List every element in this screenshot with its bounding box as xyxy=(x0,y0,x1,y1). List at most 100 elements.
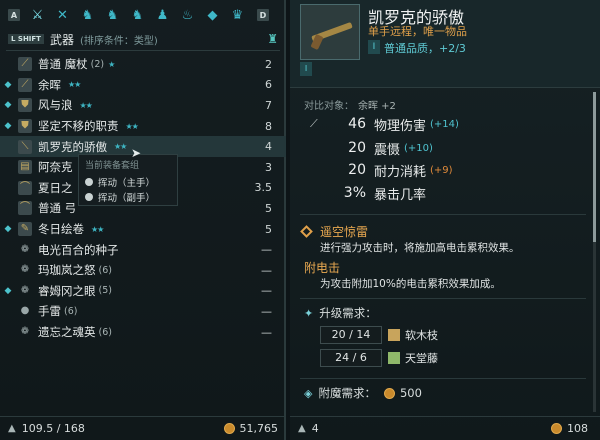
item-subtitle: 单手远程，唯一物品 xyxy=(368,25,467,38)
enchant-requirements: ◈ 附魔需求： 500 xyxy=(304,385,422,401)
item-value: 5 xyxy=(265,201,272,215)
coin-icon xyxy=(383,387,395,399)
list-item[interactable]: ◆ ⛊ 风与浪 ★★ 7 xyxy=(0,95,286,116)
equip-off-hand-option[interactable]: 挥动（副手） xyxy=(85,189,171,204)
equipped-marker-icon xyxy=(3,327,13,337)
item-value: — xyxy=(261,243,272,257)
weight-icon: ▲ xyxy=(8,423,16,434)
sword-icon: ⟋ xyxy=(310,117,318,130)
list-item[interactable]: ◆ ❁ 睿姆冈之眼 (5) — xyxy=(0,281,286,302)
material-name: 天堂藤 xyxy=(405,352,438,365)
category-header: L SHIFT 武器 (排序条件：类型) ♜ xyxy=(0,30,286,48)
prev-tab-key[interactable]: A xyxy=(8,9,20,21)
list-item[interactable]: ◆ ✎ 冬日绘卷 ★★ 5 xyxy=(0,219,286,240)
stat-name: 暴击几率 xyxy=(374,187,427,203)
shield-icon: ⛊ xyxy=(18,98,32,113)
seed-icon: ❁ xyxy=(20,243,30,255)
grenade-icon: ● xyxy=(20,305,30,317)
list-item[interactable]: ● 手雷 (6) — xyxy=(0,301,286,322)
equip-main-hand-option[interactable]: 挥动（主手） xyxy=(85,174,171,189)
seed-icon: ❁ xyxy=(20,284,30,296)
item-name: 凯罗克的骄傲 xyxy=(38,139,107,154)
stat-row: 20 耐力消耗 (+9) xyxy=(310,160,570,180)
stat-row: 3% 暴击几率 xyxy=(310,183,570,203)
rarity-badge: I xyxy=(368,40,380,54)
pistol-icon: ⟍ xyxy=(18,139,32,154)
equipped-marker-icon: ◆ xyxy=(4,285,12,296)
item-name: 余晖 xyxy=(38,77,61,92)
boots-icon[interactable]: ♟ xyxy=(155,8,170,23)
mouse-cursor-icon: ➤ xyxy=(131,146,142,160)
sword-icon: ⟋ xyxy=(18,77,32,92)
ability-description: 进行强力攻击时，将施加高电击累积效果。 xyxy=(320,242,520,254)
stat-value: 20 xyxy=(348,162,366,178)
divider xyxy=(6,50,280,51)
equipped-marker-icon xyxy=(3,142,13,152)
next-tab-key[interactable]: D xyxy=(257,9,269,21)
requirement-row: 24 / 6 天堂藤 xyxy=(320,349,438,367)
upgrade-stars: ★★ xyxy=(79,100,93,110)
stat-bonus: (+10) xyxy=(404,142,433,154)
item-name: 普通 弓 xyxy=(38,201,77,216)
stat-value: 20 xyxy=(348,140,366,156)
material-name: 软木枝 xyxy=(405,329,438,342)
armor-icon[interactable]: ♞ xyxy=(105,8,120,23)
item-name: 夏日之 xyxy=(38,180,73,195)
equipped-marker-icon: ◆ xyxy=(4,121,12,132)
list-item[interactable]: ❁ 遗忘之魂英 (6) — xyxy=(0,322,286,343)
stat-value: 46 xyxy=(348,116,366,132)
list-item[interactable]: ❁ 玛珈岚之怒 (6) — xyxy=(0,260,286,281)
requirement-amount: 20 / 14 xyxy=(320,326,382,344)
list-item[interactable]: ❁ 电光百合的种子 — xyxy=(0,239,286,260)
divider xyxy=(300,214,586,215)
equipped-marker-icon xyxy=(3,162,13,172)
requirement-amount: 24 / 6 xyxy=(320,349,382,367)
category-tab-icons: ⚔ ✕ ♞ ♞ ♞ ♟ ♨ ◆ ♛ xyxy=(30,8,245,23)
item-name: 玛珈岚之怒 xyxy=(38,263,96,278)
stat-bonus: (+9) xyxy=(430,164,453,176)
armor-icon[interactable]: ♞ xyxy=(80,8,95,23)
gem-icon[interactable]: ◆ xyxy=(205,8,220,23)
list-item[interactable]: ◆ ⟋ 余晖 ★★ 6 xyxy=(0,75,286,96)
bullet-icon xyxy=(85,177,93,186)
divider xyxy=(300,378,586,379)
list-item[interactable]: ◆ ⛊ 坚定不移的职责 ★★ 8 xyxy=(0,116,286,137)
item-value: 3 xyxy=(265,160,272,174)
lamp-icon[interactable]: ♨ xyxy=(180,8,195,23)
bow-icon: ⌒ xyxy=(18,201,32,216)
bow-icon: ⌒ xyxy=(18,180,32,195)
item-name: 冬日绘卷 xyxy=(38,222,84,237)
sort-label[interactable]: (排序条件：类型) xyxy=(80,32,158,47)
compare-label: 对比对象： xyxy=(304,101,354,112)
equipped-marker-icon xyxy=(3,183,13,193)
sword-icon[interactable]: ⚔ xyxy=(30,8,45,23)
seed-icon: ❁ xyxy=(20,326,30,338)
upgrade-stars: ★★ xyxy=(125,121,139,131)
shift-key-hint[interactable]: L SHIFT xyxy=(8,34,44,44)
upgrade-stars: ★★ xyxy=(114,142,127,152)
crossed-swords-icon[interactable]: ✕ xyxy=(55,8,70,23)
money-display: 108 xyxy=(551,422,588,435)
upgrade-badge: I xyxy=(300,62,312,76)
anvil-icon: ✦ xyxy=(304,306,314,320)
equipped-marker-icon: ◆ xyxy=(4,79,12,90)
divider xyxy=(300,298,586,299)
item-weight: 4 xyxy=(311,422,319,435)
item-value: 5 xyxy=(265,222,272,236)
bag-icon[interactable]: ♜ xyxy=(267,32,278,46)
item-portrait xyxy=(300,4,360,60)
coin-icon xyxy=(223,423,235,434)
staff-icon: ⟋ xyxy=(18,57,32,72)
option-label: 挥动（副手） xyxy=(98,192,156,204)
armor-icon[interactable]: ♞ xyxy=(130,8,145,23)
equipped-marker-icon xyxy=(3,245,13,255)
ability-diamond-icon xyxy=(300,225,313,238)
scroll-icon: ✎ xyxy=(18,222,32,237)
item-value: — xyxy=(261,263,272,277)
crown-icon[interactable]: ♛ xyxy=(230,8,245,23)
scrollbar-thumb[interactable] xyxy=(593,92,596,242)
money-display: 51,765 xyxy=(223,422,278,435)
list-item[interactable]: ⟋ 普通 魔杖 (2) ★ 2 xyxy=(0,54,286,75)
item-name: 手雷 xyxy=(38,304,61,319)
item-name: 遗忘之魂英 xyxy=(38,325,96,340)
